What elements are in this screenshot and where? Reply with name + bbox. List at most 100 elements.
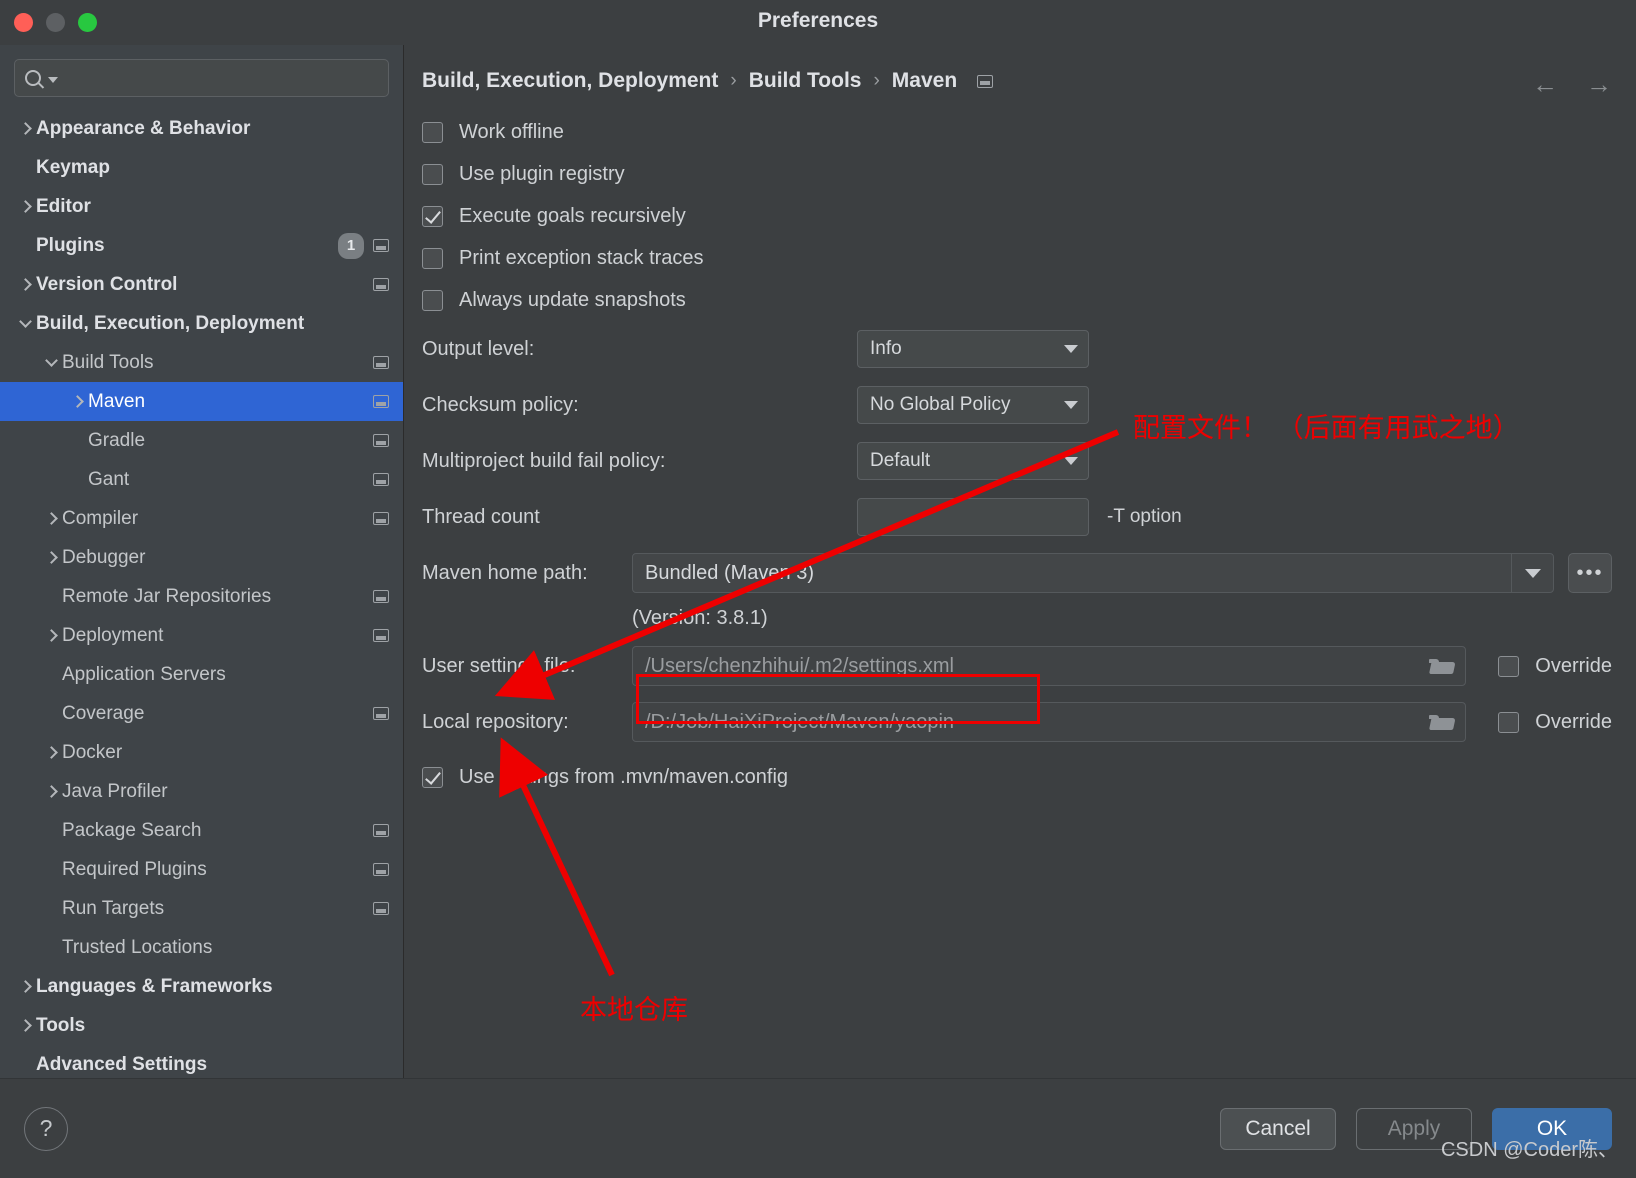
sidebar-item-required-plugins[interactable]: Required Plugins bbox=[0, 850, 403, 889]
chevron-down-icon bbox=[1064, 401, 1078, 409]
sidebar-item-java-profiler[interactable]: Java Profiler bbox=[0, 772, 403, 811]
project-scope-icon[interactable] bbox=[373, 395, 389, 408]
project-scope-icon[interactable] bbox=[373, 863, 389, 876]
checkbox-execute-goals-recursively[interactable] bbox=[422, 205, 443, 227]
help-button[interactable]: ? bbox=[24, 1106, 68, 1151]
sidebar-item-appearance-behavior[interactable]: Appearance & Behavior bbox=[0, 109, 403, 148]
breadcrumb: Build, Execution, Deployment › Build Too… bbox=[404, 45, 1636, 93]
breadcrumb-part-3[interactable]: Maven bbox=[892, 69, 957, 93]
cancel-button[interactable]: Cancel bbox=[1220, 1107, 1336, 1150]
breadcrumb-part-2[interactable]: Build Tools bbox=[749, 69, 862, 93]
multiproject-policy-dropdown[interactable]: Default bbox=[857, 442, 1089, 480]
project-scope-icon[interactable] bbox=[373, 278, 389, 291]
user-settings-label: User settings file: bbox=[422, 654, 576, 677]
breadcrumb-part-1[interactable]: Build, Execution, Deployment bbox=[422, 69, 718, 93]
checkbox-work-offline[interactable] bbox=[422, 121, 443, 143]
checkbox-row-work-offline[interactable]: Work offline bbox=[422, 111, 1636, 153]
search-input[interactable] bbox=[58, 68, 378, 88]
sidebar-item-advanced-settings[interactable]: Advanced Settings bbox=[0, 1045, 403, 1078]
sidebar-item-label: Maven bbox=[88, 390, 146, 412]
checkbox-always-update-snapshots[interactable] bbox=[422, 289, 443, 311]
chevron-down-icon bbox=[1524, 568, 1541, 578]
maven-home-dropdown-button[interactable] bbox=[1511, 554, 1553, 592]
maven-home-browse-button[interactable]: ••• bbox=[1568, 553, 1612, 593]
sidebar-item-version-control[interactable]: Version Control bbox=[0, 265, 403, 304]
sidebar-item-coverage[interactable]: Coverage bbox=[0, 694, 403, 733]
checksum-policy-dropdown[interactable]: No Global Policy bbox=[857, 386, 1089, 424]
sidebar-item-build-execution-deployment[interactable]: Build, Execution, Deployment bbox=[0, 304, 403, 343]
project-scope-icon[interactable] bbox=[373, 707, 389, 720]
chevron-down-icon[interactable] bbox=[14, 315, 36, 330]
chevron-right-icon[interactable] bbox=[14, 980, 36, 993]
output-level-dropdown[interactable]: Info bbox=[857, 330, 1089, 368]
checkbox-print-exception-stack-traces[interactable] bbox=[422, 247, 443, 269]
sidebar-item-maven[interactable]: Maven bbox=[0, 382, 403, 421]
mvn-config-row[interactable]: Use settings from .mvn/maven.config bbox=[422, 756, 1636, 798]
sidebar-item-package-search[interactable]: Package Search bbox=[0, 811, 403, 850]
chevron-right-icon[interactable] bbox=[40, 512, 62, 525]
maven-home-dropdown[interactable]: Bundled (Maven 3) bbox=[632, 553, 1554, 593]
search-box[interactable] bbox=[14, 59, 389, 97]
sidebar-item-debugger[interactable]: Debugger bbox=[0, 538, 403, 577]
sidebar-item-label: Tools bbox=[36, 1014, 86, 1036]
project-scope-icon[interactable] bbox=[373, 434, 389, 447]
checkbox-label: Work offline bbox=[459, 120, 564, 143]
chevron-down-icon[interactable] bbox=[40, 354, 62, 369]
project-scope-icon[interactable] bbox=[373, 473, 389, 486]
sidebar-item-editor[interactable]: Editor bbox=[0, 187, 403, 226]
sidebar-item-build-tools[interactable]: Build Tools bbox=[0, 343, 403, 382]
folder-icon[interactable] bbox=[1429, 713, 1453, 731]
checkbox-row-print-exception-stack-traces[interactable]: Print exception stack traces bbox=[422, 237, 1636, 279]
project-scope-icon[interactable] bbox=[373, 512, 389, 525]
chevron-right-icon[interactable] bbox=[14, 278, 36, 291]
project-scope-icon[interactable] bbox=[977, 74, 994, 88]
chevron-down-icon bbox=[48, 77, 58, 83]
sidebar-item-run-targets[interactable]: Run Targets bbox=[0, 889, 403, 928]
sidebar-item-trusted-locations[interactable]: Trusted Locations bbox=[0, 928, 403, 967]
project-scope-icon[interactable] bbox=[373, 629, 389, 642]
chevron-right-icon[interactable] bbox=[14, 1019, 36, 1032]
output-level-row: Output level: Info bbox=[422, 321, 1636, 377]
checkbox-use-plugin-registry[interactable] bbox=[422, 163, 443, 185]
mvn-config-checkbox[interactable] bbox=[422, 766, 443, 788]
sidebar-item-gradle[interactable]: Gradle bbox=[0, 421, 403, 460]
sidebar-item-remote-jar-repositories[interactable]: Remote Jar Repositories bbox=[0, 577, 403, 616]
sidebar-item-compiler[interactable]: Compiler bbox=[0, 499, 403, 538]
checkbox-row-use-plugin-registry[interactable]: Use plugin registry bbox=[422, 153, 1636, 195]
multiproject-policy-row: Multiproject build fail policy: Default bbox=[422, 433, 1636, 489]
project-scope-icon[interactable] bbox=[373, 239, 389, 252]
chevron-right-icon[interactable] bbox=[40, 551, 62, 564]
chevron-right-icon[interactable] bbox=[66, 395, 88, 408]
sidebar-item-docker[interactable]: Docker bbox=[0, 733, 403, 772]
folder-icon[interactable] bbox=[1429, 657, 1453, 675]
local-repository-override[interactable]: Override bbox=[1498, 711, 1612, 734]
local-repository-row: Local repository: /D:/Job/HaiXiProject/M… bbox=[422, 694, 1636, 750]
thread-count-input[interactable] bbox=[857, 498, 1089, 536]
chevron-right-icon[interactable] bbox=[14, 122, 36, 135]
sidebar-item-keymap[interactable]: Keymap bbox=[0, 148, 403, 187]
checkbox-row-always-update-snapshots[interactable]: Always update snapshots bbox=[422, 279, 1636, 321]
user-settings-value: /Users/chenzhihui/.m2/settings.xml bbox=[645, 654, 955, 677]
project-scope-icon[interactable] bbox=[373, 902, 389, 915]
local-repository-label: Local repository: bbox=[422, 710, 569, 733]
user-settings-input[interactable]: /Users/chenzhihui/.m2/settings.xml bbox=[632, 646, 1467, 686]
chevron-right-icon[interactable] bbox=[40, 629, 62, 642]
project-scope-icon[interactable] bbox=[373, 590, 389, 603]
sidebar-item-gant[interactable]: Gant bbox=[0, 460, 403, 499]
chevron-right-icon[interactable] bbox=[14, 200, 36, 213]
sidebar-item-application-servers[interactable]: Application Servers bbox=[0, 655, 403, 694]
chevron-right-icon[interactable] bbox=[40, 785, 62, 798]
local-repository-override-checkbox[interactable] bbox=[1498, 711, 1520, 733]
local-repository-input[interactable]: /D:/Job/HaiXiProject/Maven/yaopin bbox=[632, 702, 1467, 742]
project-scope-icon[interactable] bbox=[373, 356, 389, 369]
sidebar-item-tools[interactable]: Tools bbox=[0, 1006, 403, 1045]
sidebar-item-label: Languages & Frameworks bbox=[36, 975, 273, 997]
user-settings-override-checkbox[interactable] bbox=[1498, 655, 1520, 677]
chevron-right-icon[interactable] bbox=[40, 746, 62, 759]
user-settings-override[interactable]: Override bbox=[1498, 655, 1612, 678]
checkbox-row-execute-goals-recursively[interactable]: Execute goals recursively bbox=[422, 195, 1636, 237]
sidebar-item-deployment[interactable]: Deployment bbox=[0, 616, 403, 655]
sidebar-item-plugins[interactable]: Plugins 1 bbox=[0, 226, 403, 265]
project-scope-icon[interactable] bbox=[373, 824, 389, 837]
sidebar-item-languages-frameworks[interactable]: Languages & Frameworks bbox=[0, 967, 403, 1006]
